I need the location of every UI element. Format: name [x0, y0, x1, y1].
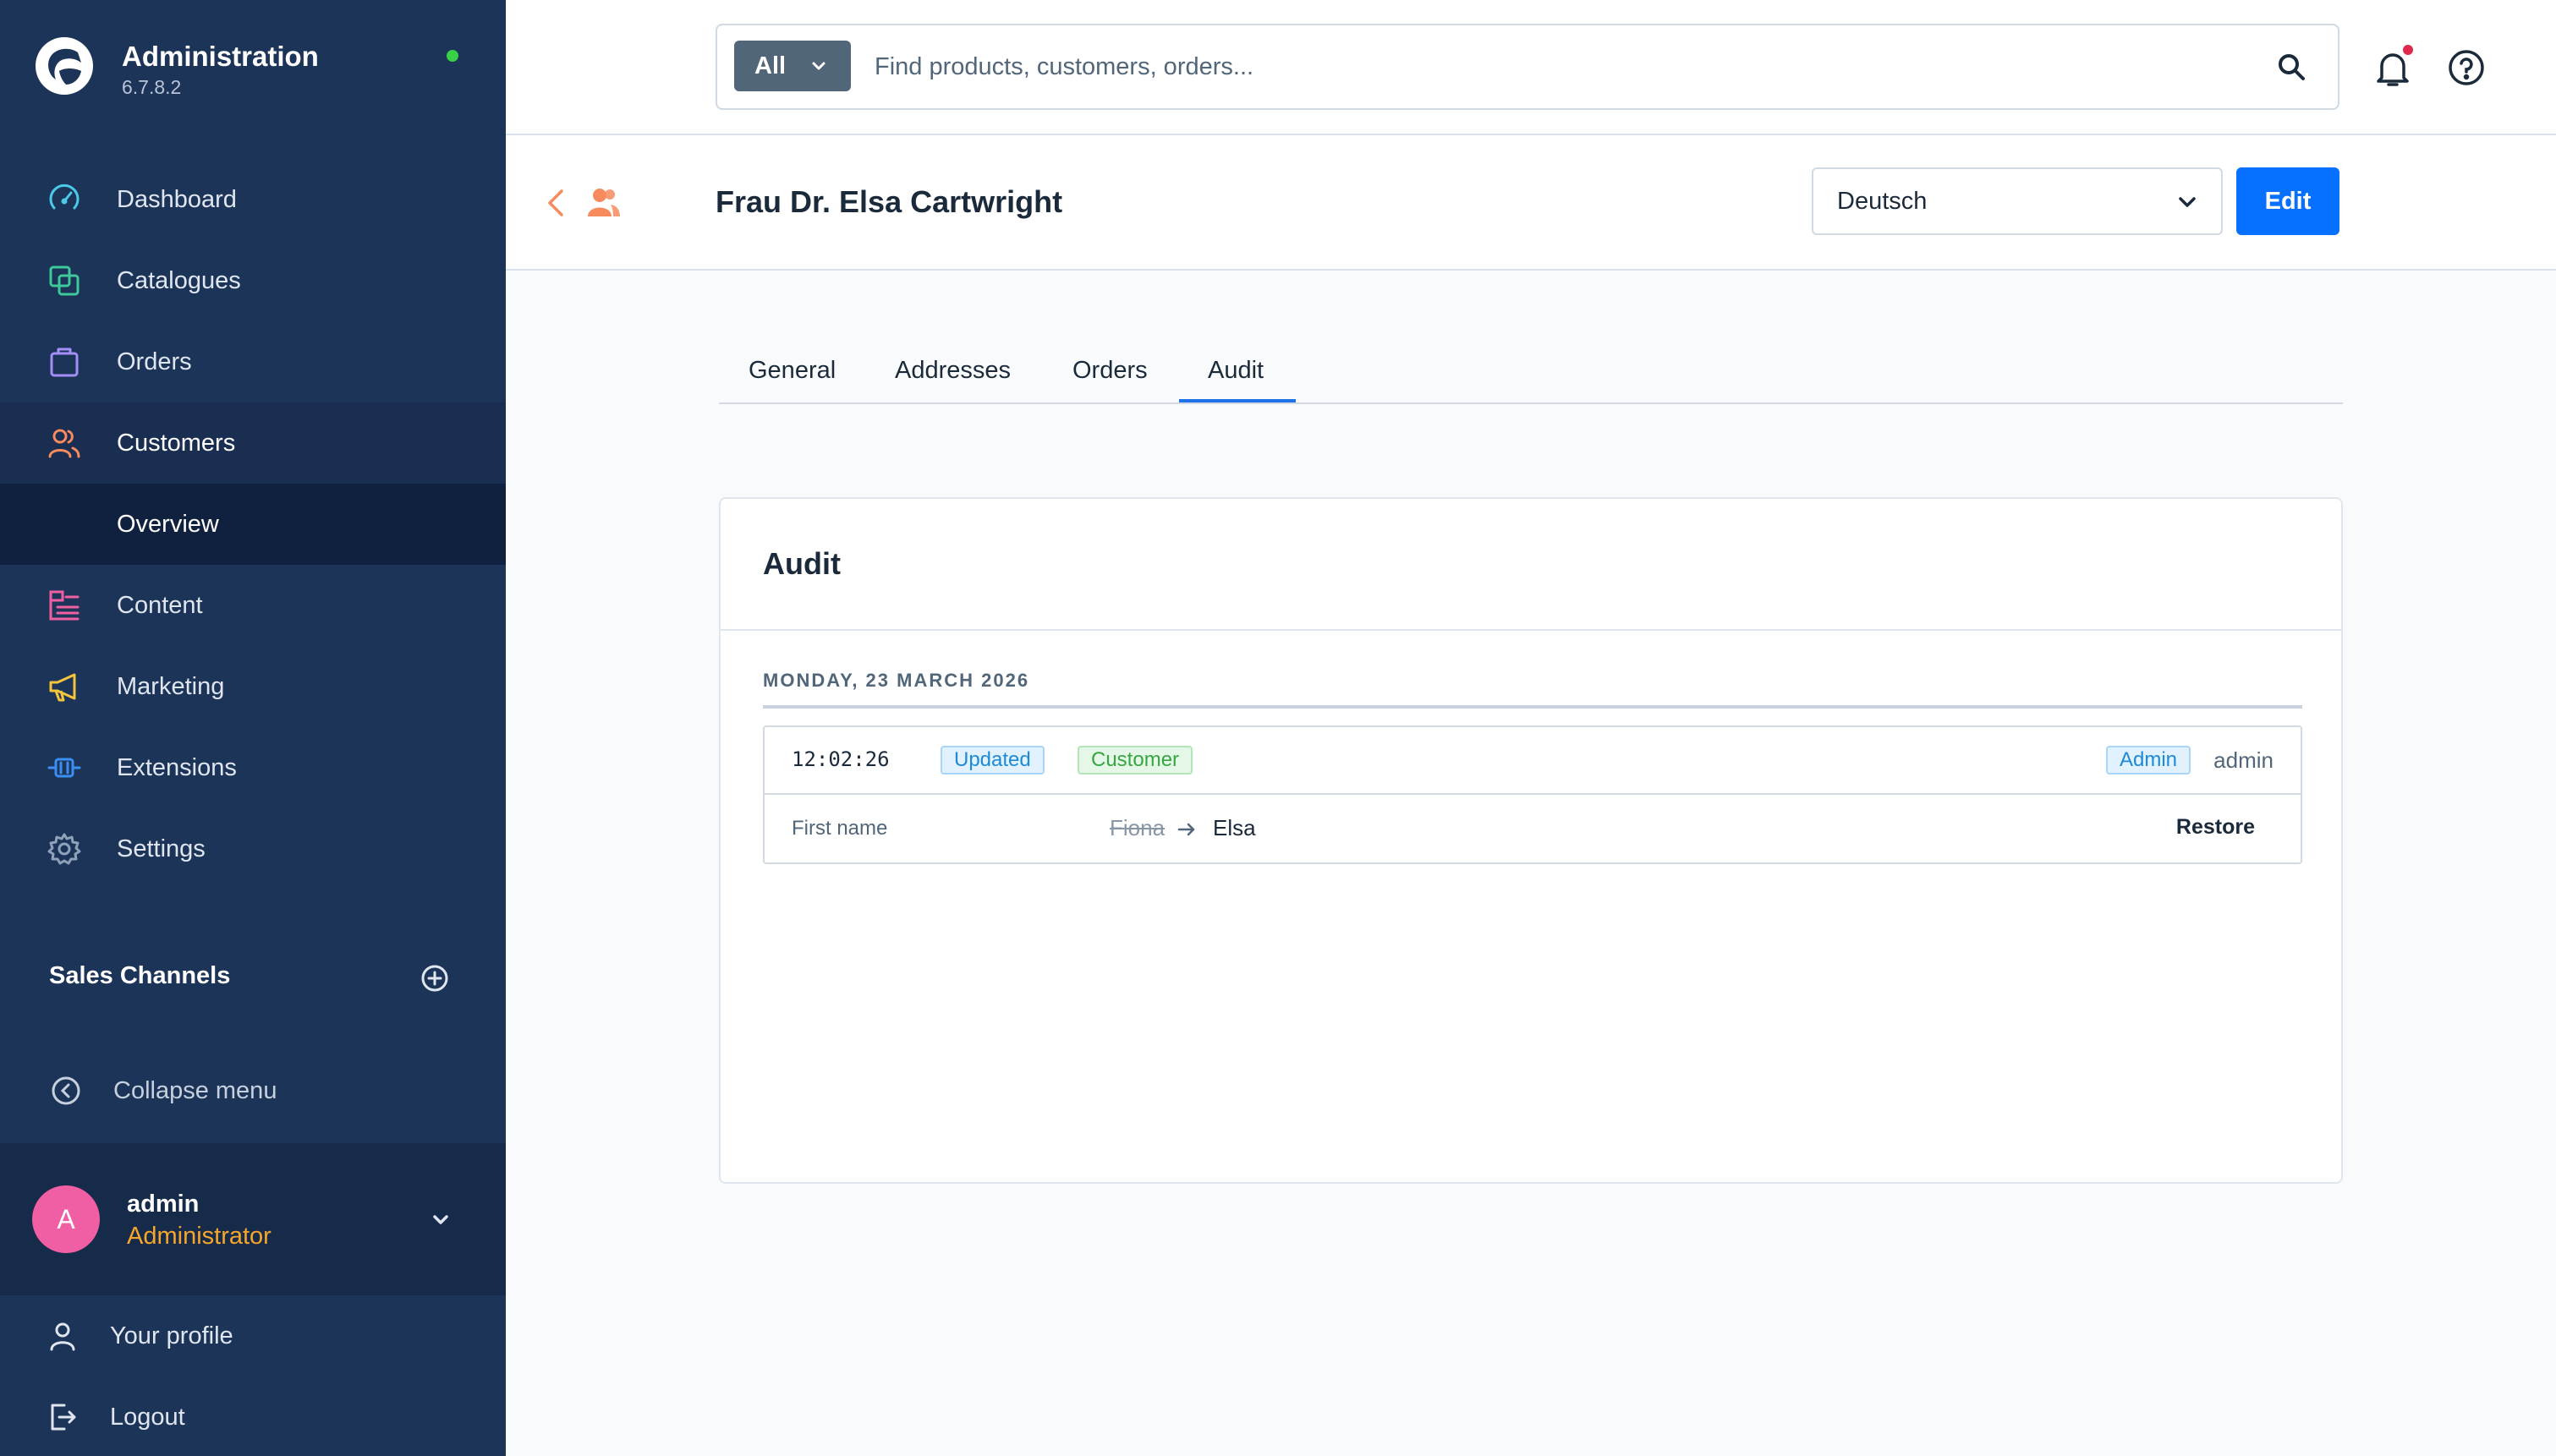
nav-label: Catalogues [117, 266, 241, 294]
actor-role-badge: Admin [2105, 746, 2191, 775]
logout-label: Logout [110, 1403, 185, 1431]
nav-label: Customers [117, 429, 236, 457]
main-navigation: Dashboard Catalogues Orders Customers Ov… [0, 159, 506, 889]
edit-button[interactable]: Edit [2236, 167, 2339, 235]
help-icon[interactable] [2448, 49, 2485, 86]
page-header: Frau Dr. Elsa Cartwright Deutsch Edit [506, 135, 2556, 271]
nav-item-catalogues[interactable]: Catalogues [0, 240, 506, 321]
divider [721, 629, 2341, 631]
new-value: Elsa [1213, 815, 1256, 840]
account-links: Your profile Logout [0, 1295, 506, 1456]
your-profile-link[interactable]: Your profile [0, 1295, 506, 1377]
logout-icon [51, 1404, 76, 1431]
nav-item-dashboard[interactable]: Dashboard [0, 159, 506, 240]
nav-item-content[interactable]: Content [0, 565, 506, 646]
nav-item-extensions[interactable]: Extensions [0, 727, 506, 808]
audit-card-title: Audit [763, 546, 841, 581]
search-icon[interactable] [2275, 51, 2307, 83]
sidebar: Administration 6.7.8.2 Dashboard Catalog… [0, 0, 506, 1456]
divider [763, 705, 2302, 709]
nav-item-customers-overview[interactable]: Overview [0, 484, 506, 565]
audit-date-heading: MONDAY, 23 MARCH 2026 [763, 670, 1030, 691]
sales-channels-heading: Sales Channels [49, 962, 231, 989]
nav-item-settings[interactable]: Settings [0, 808, 506, 889]
top-bar: All [506, 0, 2556, 135]
audit-entry-header: 12:02:26 Updated Customer Admin admin [765, 727, 2301, 795]
notifications-bell-icon[interactable] [2375, 49, 2411, 88]
chevron-left-circle-icon [52, 1076, 80, 1105]
avatar: A [32, 1185, 100, 1253]
nav-label: Content [117, 591, 203, 619]
app-version: 6.7.8.2 [122, 76, 182, 98]
nav-item-orders[interactable]: Orders [0, 321, 506, 402]
audit-entry: 12:02:26 Updated Customer Admin admin Fi… [763, 725, 2302, 864]
collapse-menu-label: Collapse menu [113, 1076, 277, 1104]
search-scope-dropdown[interactable]: All [734, 41, 851, 91]
restore-button[interactable]: Restore [2176, 815, 2255, 840]
notification-badge [2403, 45, 2413, 55]
shopping-bag-icon [50, 348, 79, 377]
tab-orders[interactable]: Orders [1072, 357, 1148, 385]
user-role: Administrator [127, 1223, 272, 1250]
entity-badge: Customer [1078, 746, 1193, 775]
nav-label: Extensions [117, 753, 237, 781]
chevron-down-icon [812, 62, 825, 70]
nav-label: Settings [117, 835, 206, 862]
dashboard-gauge-icon [49, 183, 80, 210]
extensions-plug-icon [47, 758, 81, 778]
customers-icon [48, 429, 80, 458]
chevron-down-icon [2179, 197, 2196, 207]
language-select-value: Deutsch [1837, 187, 1928, 215]
app-title: Administration [122, 41, 319, 72]
catalogues-icon [49, 265, 80, 296]
collapse-menu-button[interactable]: Collapse menu [0, 1055, 506, 1126]
back-arrow-icon[interactable] [545, 188, 567, 218]
page-title: Frau Dr. Elsa Cartwright [716, 184, 1063, 219]
changed-field-label: First name [792, 817, 888, 840]
user-icon [50, 1322, 75, 1351]
action-badge: Updated [941, 746, 1045, 775]
nav-item-customers[interactable]: Customers [0, 402, 506, 484]
tab-addresses[interactable]: Addresses [895, 357, 1011, 385]
audit-card: Audit MONDAY, 23 MARCH 2026 12:02:26 Upd… [719, 497, 2343, 1184]
user-name: admin [127, 1191, 200, 1218]
add-sales-channel-icon[interactable] [420, 964, 449, 993]
nav-label: Overview [117, 510, 219, 538]
gear-icon [47, 833, 81, 865]
nav-label: Marketing [117, 672, 225, 700]
global-search: All [716, 24, 2339, 110]
online-status-indicator [447, 50, 458, 62]
logout-link[interactable]: Logout [0, 1377, 506, 1456]
tab-general[interactable]: General [749, 357, 836, 385]
content-icon [49, 590, 80, 621]
sidebar-header: Administration 6.7.8.2 [0, 0, 506, 135]
your-profile-label: Your profile [110, 1322, 233, 1349]
customers-module-icon [588, 189, 620, 216]
audit-entry-time: 12:02:26 [792, 747, 890, 771]
shopware-logo-icon[interactable] [34, 36, 95, 96]
nav-label: Orders [117, 348, 192, 375]
tab-audit[interactable]: Audit [1208, 357, 1264, 385]
megaphone-icon [49, 673, 76, 702]
arrow-right-icon [1177, 823, 1195, 836]
language-select[interactable]: Deutsch [1812, 167, 2223, 235]
search-scope-label: All [754, 52, 787, 79]
active-tab-indicator [1179, 399, 1296, 402]
chevron-down-icon[interactable] [430, 1209, 452, 1231]
old-value: Fiona [1110, 815, 1166, 840]
audit-entry-actor: admin [2213, 747, 2274, 773]
nav-item-marketing[interactable]: Marketing [0, 646, 506, 727]
search-input[interactable] [875, 46, 2228, 88]
nav-label: Dashboard [117, 185, 237, 213]
detail-tabs: General Addresses Orders Audit [719, 338, 2343, 404]
user-menu[interactable]: A admin Administrator [0, 1143, 506, 1295]
